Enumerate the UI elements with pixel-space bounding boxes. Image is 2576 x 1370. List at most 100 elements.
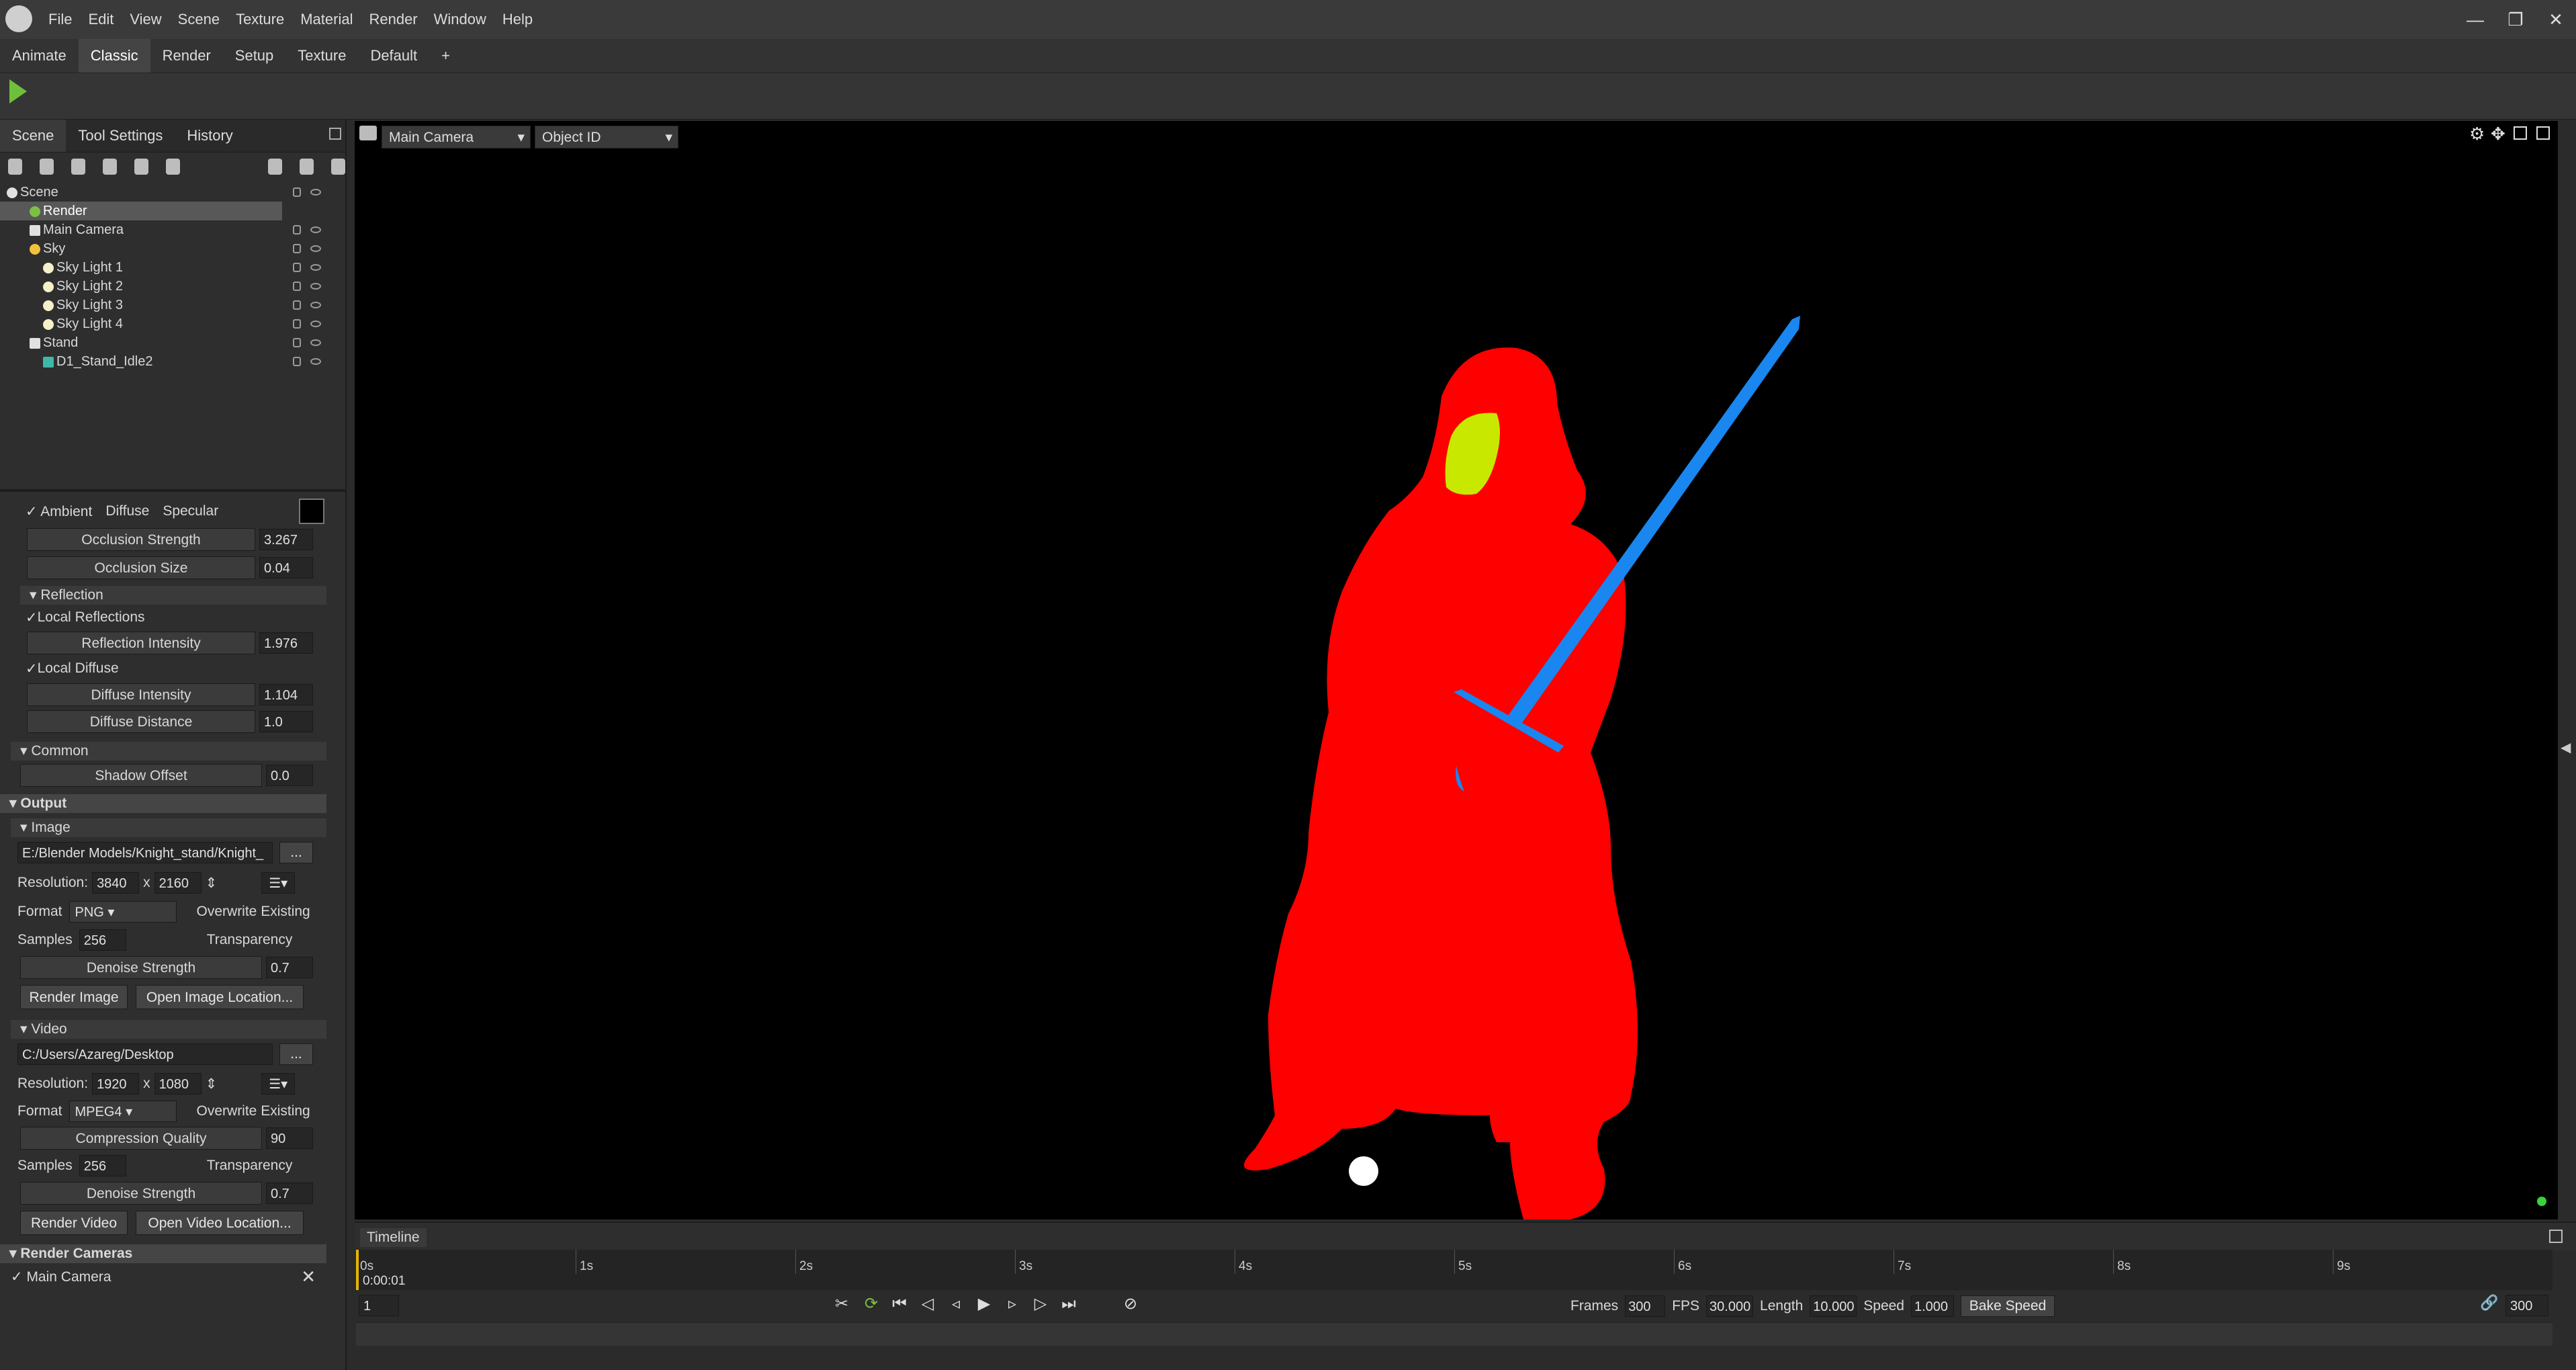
layout-tab-texture[interactable]: Texture (285, 39, 358, 73)
bake-speed-button[interactable]: Bake Speed (1961, 1295, 2055, 1317)
menu-view[interactable]: View (122, 11, 169, 28)
lock-icon[interactable] (293, 244, 301, 253)
occlusion-size-field[interactable]: 0.04 (259, 557, 313, 579)
video-browse-button[interactable]: ... (279, 1043, 313, 1065)
viewport[interactable] (355, 121, 2558, 1219)
ambient-checkbox[interactable]: ✓ Ambient (26, 503, 92, 520)
image-browse-button[interactable]: ... (279, 842, 313, 863)
lock-icon[interactable] (293, 282, 301, 291)
shadow-offset-slider[interactable]: Shadow Offset (20, 764, 262, 787)
speed-field[interactable]: 1.000 (1911, 1295, 1954, 1317)
add-environment-icon[interactable] (103, 159, 118, 175)
image-width-field[interactable]: 3840 (92, 872, 140, 894)
render-mode-dropdown[interactable]: Object ID ▾ (535, 126, 678, 148)
tree-item[interactable]: Stand (0, 333, 336, 352)
menu-scene[interactable]: Scene (170, 11, 228, 28)
shadow-offset-field[interactable]: 0.0 (266, 765, 313, 786)
lock-icon[interactable] (293, 319, 301, 329)
tree-item[interactable]: Sky Light 3 (0, 296, 336, 314)
common-section[interactable]: ▾ Common (11, 742, 326, 761)
tab-scene[interactable]: Scene (0, 120, 66, 152)
eye-icon[interactable] (310, 264, 321, 271)
eye-icon[interactable] (310, 320, 321, 327)
menu-texture[interactable]: Texture (228, 11, 292, 28)
add-primitive-icon[interactable] (134, 159, 149, 175)
lock-icon[interactable] (293, 357, 301, 366)
video-denoise-slider[interactable]: Denoise Strength (20, 1182, 262, 1205)
occlusion-size-slider[interactable]: Occlusion Size (27, 556, 255, 579)
lock-icon[interactable] (293, 338, 301, 347)
lock-icon[interactable] (293, 187, 301, 197)
close-window-button[interactable]: ✕ (2536, 0, 2576, 39)
video-denoise-field[interactable]: 0.7 (266, 1183, 313, 1204)
frames-field[interactable]: 300 (1625, 1295, 1666, 1317)
diffuse-option[interactable]: Diffuse (105, 503, 149, 519)
open-video-location-button[interactable]: Open Video Location... (136, 1211, 304, 1235)
render-image-button[interactable]: Render Image (20, 985, 128, 1009)
menu-material[interactable]: Material (292, 11, 361, 28)
tree-item[interactable]: Main Camera (0, 220, 336, 239)
diffuse-distance-slider[interactable]: Diffuse Distance (27, 710, 255, 733)
ambient-color-swatch[interactable] (299, 499, 325, 524)
diffuse-distance-field[interactable]: 1.0 (259, 711, 313, 732)
tree-item[interactable]: D1_Stand_Idle2 (0, 352, 336, 371)
render-cameras-section[interactable]: ▾ Render Cameras (0, 1244, 326, 1263)
loop-icon[interactable]: ⟳ (862, 1295, 880, 1313)
main-camera-checkbox[interactable]: ✓ Main Camera (11, 1269, 111, 1285)
next-key-icon[interactable]: ▷ (1032, 1295, 1049, 1313)
minimize-button[interactable]: — (2455, 0, 2495, 39)
timeline-track[interactable] (356, 1322, 2552, 1346)
add-material-icon[interactable] (166, 159, 181, 175)
tree-item[interactable]: Sky Light 2 (0, 277, 336, 296)
layout-tab-classic[interactable]: Classic (78, 39, 150, 73)
tree-item[interactable]: Scene (0, 183, 336, 202)
panel-splitter[interactable] (0, 489, 345, 492)
image-denoise-slider[interactable]: Denoise Strength (20, 956, 262, 979)
output-section[interactable]: ▾ Output (0, 794, 326, 813)
occlusion-strength-slider[interactable]: Occlusion Strength (27, 528, 255, 551)
render-video-button[interactable]: Render Video (20, 1211, 128, 1235)
cut-icon[interactable]: ✂ (833, 1295, 850, 1313)
local-reflections-checkbox[interactable]: ✓ Local Reflections (0, 605, 336, 630)
layout-tab-setup[interactable]: Setup (223, 39, 286, 73)
video-resolution-presets-dropdown[interactable]: ☰▾ (261, 1073, 296, 1095)
remove-camera-button[interactable]: ✕ (301, 1267, 316, 1287)
eye-icon[interactable] (310, 302, 321, 308)
add-layout-button[interactable]: + (429, 39, 462, 73)
local-diffuse-checkbox[interactable]: ✓ Local Diffuse (0, 656, 336, 681)
eye-icon[interactable] (310, 358, 321, 365)
light-gizmo-icon[interactable] (1349, 1156, 1378, 1186)
collapse-right-panel-icon[interactable]: ◀ (2561, 739, 2571, 756)
go-to-end-icon[interactable]: ⏭ (1060, 1295, 1077, 1313)
add-camera-icon[interactable] (71, 159, 86, 175)
restore-button[interactable]: ❐ (2495, 0, 2536, 39)
lock-icon[interactable] (293, 300, 301, 310)
open-image-location-button[interactable]: Open Image Location... (136, 985, 304, 1009)
eye-icon[interactable] (310, 283, 321, 290)
viewport-settings-icon[interactable]: ⚙ (2469, 124, 2485, 144)
reflection-intensity-slider[interactable]: Reflection Intensity (27, 632, 255, 654)
lock-icon[interactable] (293, 225, 301, 234)
tree-item[interactable]: Sky Light 1 (0, 258, 336, 277)
menu-help[interactable]: Help (494, 11, 541, 28)
image-section[interactable]: ▾ Image (11, 818, 326, 837)
tab-tool-settings[interactable]: Tool Settings (66, 120, 175, 152)
video-height-field[interactable]: 1080 (154, 1073, 202, 1095)
image-format-dropdown[interactable]: PNG ▾ (69, 901, 177, 923)
video-transparency-checkbox[interactable]: Transparency (207, 1158, 293, 1174)
image-path-field[interactable]: E:/Blender Models/Knight_stand/Knight_ (17, 842, 273, 863)
current-frame-field[interactable]: 1 (359, 1295, 399, 1316)
timeline-popout-icon[interactable] (2549, 1230, 2563, 1243)
move-view-icon[interactable]: ✥ (2491, 124, 2505, 144)
playhead[interactable] (356, 1250, 359, 1290)
eye-icon[interactable] (310, 339, 321, 346)
link-icon[interactable]: 🔗 (2480, 1294, 2498, 1312)
delete-icon[interactable] (330, 159, 345, 175)
duplicate-icon[interactable] (299, 159, 314, 175)
camera-icon[interactable] (359, 126, 377, 140)
go-to-start-icon[interactable]: ⏮ (891, 1295, 908, 1313)
tree-item[interactable]: Sky (0, 239, 336, 258)
menu-edit[interactable]: Edit (80, 11, 122, 28)
video-samples-field[interactable]: 256 (79, 1155, 126, 1176)
image-overwrite-checkbox[interactable]: Overwrite Existing (197, 904, 310, 920)
